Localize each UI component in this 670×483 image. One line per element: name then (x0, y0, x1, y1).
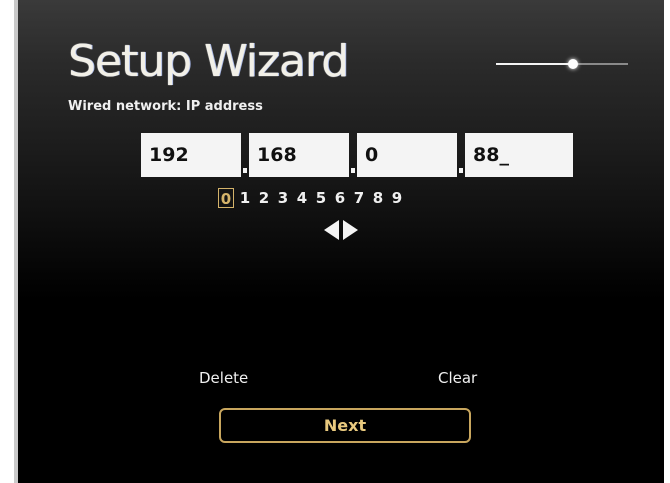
digit-5-option[interactable]: 5 (313, 188, 329, 208)
next-button[interactable]: Next (219, 408, 471, 443)
progress-track-filled (496, 63, 572, 65)
ip-separator-dot (459, 168, 463, 173)
digit-4-option[interactable]: 4 (294, 188, 310, 208)
digit-8-option[interactable]: 8 (370, 188, 386, 208)
digit-7-option[interactable]: 7 (351, 188, 367, 208)
page-title: Setup Wizard (68, 36, 349, 87)
digit-3-option[interactable]: 3 (275, 188, 291, 208)
progress-track-remaining (576, 63, 628, 65)
triangle-right-icon[interactable] (343, 220, 358, 240)
digit-1-option[interactable]: 1 (237, 188, 253, 208)
ip-octet-1-field[interactable]: 192 (141, 133, 241, 177)
digit-navigation-arrows (324, 220, 360, 240)
wizard-progress-slider (496, 59, 628, 69)
triangle-left-icon[interactable] (324, 220, 339, 240)
digit-2-option[interactable]: 2 (256, 188, 272, 208)
setup-wizard-screen: Setup Wizard Wired network: IP address 1… (18, 0, 664, 483)
digit-0-option[interactable]: 0 (218, 188, 234, 208)
page-subtitle: Wired network: IP address (68, 99, 263, 114)
ip-separator-dot (351, 168, 355, 173)
progress-knob (568, 59, 578, 69)
digit-9-option[interactable]: 9 (389, 188, 405, 208)
ip-octet-2-field[interactable]: 168 (249, 133, 349, 177)
ip-separator-dot (243, 168, 247, 173)
delete-button[interactable]: Delete (199, 369, 248, 387)
ip-octet-3-field[interactable]: 0 (357, 133, 457, 177)
ip-octet-4-field[interactable]: 88_ (465, 133, 573, 177)
digit-6-option[interactable]: 6 (332, 188, 348, 208)
clear-button[interactable]: Clear (438, 369, 477, 387)
